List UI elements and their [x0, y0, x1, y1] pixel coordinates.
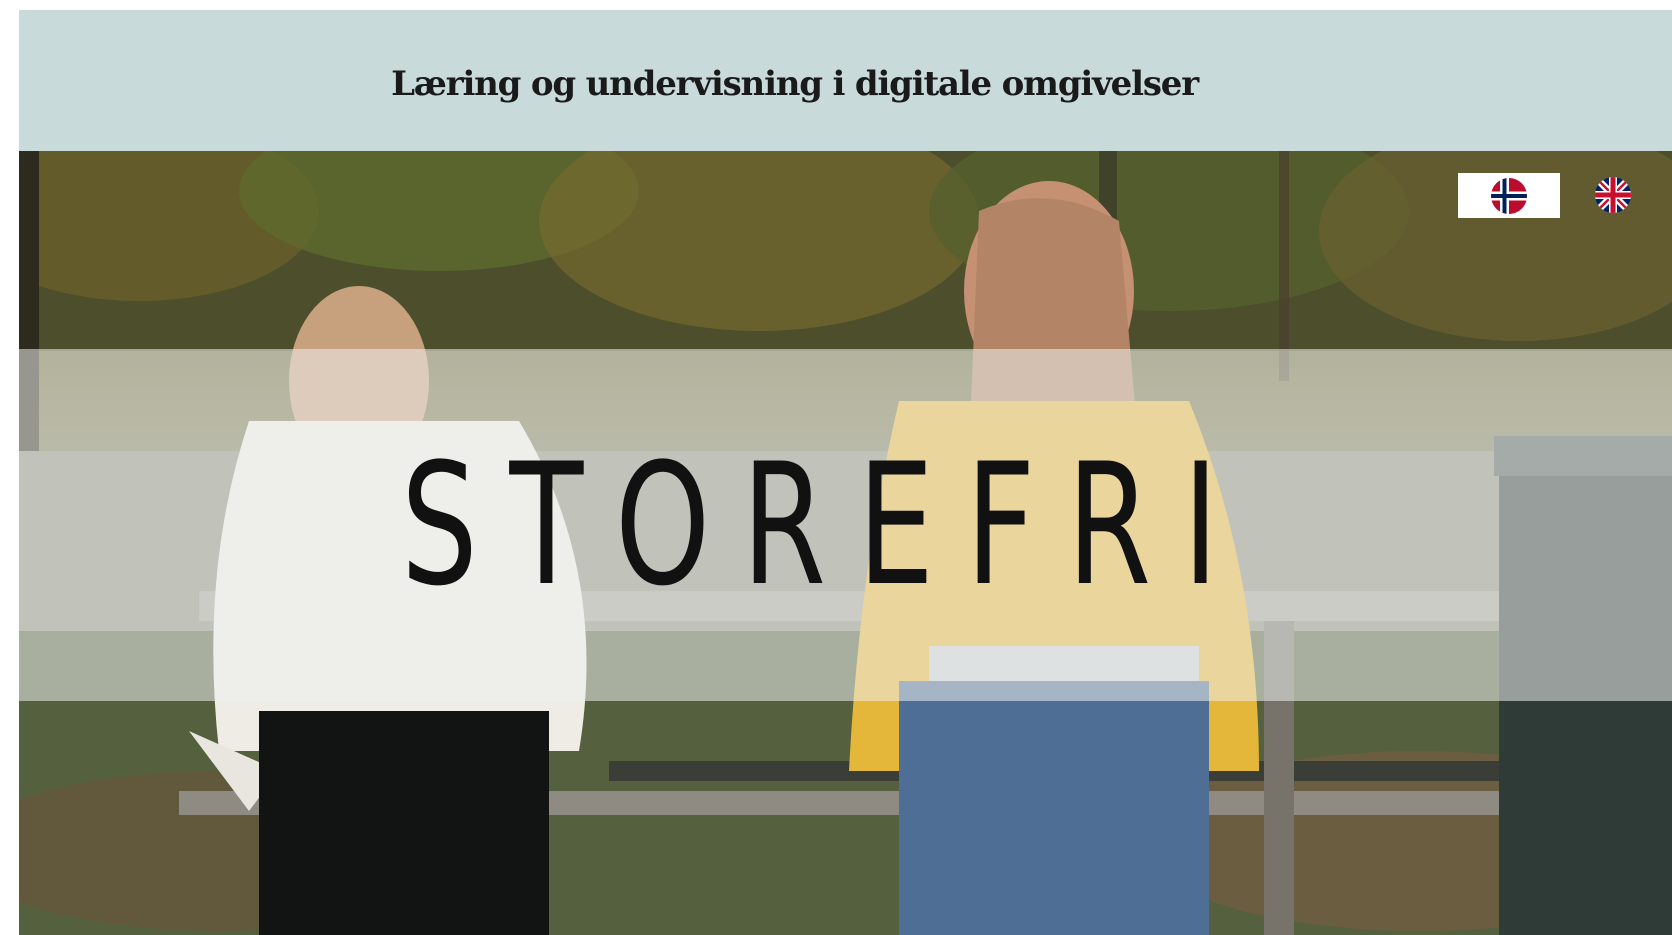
language-english-button[interactable] — [1594, 176, 1632, 214]
page: Læring og undervisning i digitale omgive… — [19, 10, 1672, 935]
uk-flag-icon — [1595, 177, 1631, 213]
site-title: Læring og undervisning i digitale omgive… — [391, 63, 1199, 104]
site-header: Læring og undervisning i digitale omgive… — [19, 10, 1672, 151]
language-norwegian-button[interactable] — [1458, 173, 1560, 218]
hero-section: STOREFRI — [19, 151, 1672, 935]
norway-flag-icon — [1491, 177, 1527, 214]
hero-title: STOREFRI — [401, 427, 1251, 623]
